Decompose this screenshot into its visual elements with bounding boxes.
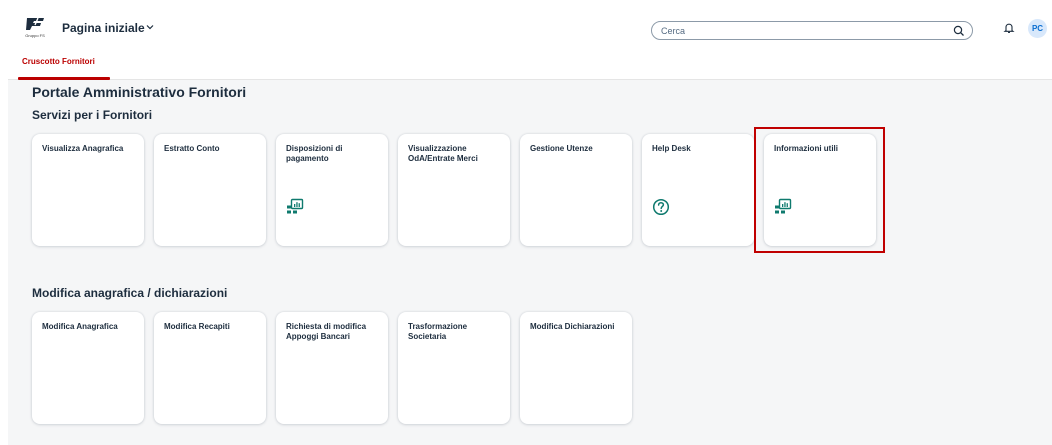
tile-label: Modifica Dichiarazioni — [530, 322, 615, 331]
tile-label: Help Desk — [652, 144, 691, 153]
chart-screen-icon — [287, 198, 304, 214]
tab-cruscotto-fornitori[interactable]: Cruscotto Fornitori — [22, 57, 95, 66]
logo-caption: Gruppo FS — [25, 33, 45, 38]
tile-help-desk[interactable]: Help Desk — [642, 134, 754, 246]
company-logo[interactable]: Gruppo FS — [24, 16, 46, 40]
tile-modifica-anagrafica[interactable]: Modifica Anagrafica — [32, 312, 144, 424]
page-title: Portale Amministrativo Fornitori — [32, 84, 247, 100]
bell-icon[interactable] — [1003, 22, 1015, 34]
search-icon[interactable] — [953, 25, 965, 37]
search-field[interactable] — [651, 21, 973, 40]
tile-modifica-dichiarazioni[interactable]: Modifica Dichiarazioni — [520, 312, 632, 424]
section-title-servizi: Servizi per i Fornitori — [32, 108, 153, 122]
tile-trasformazione-societaria[interactable]: Trasformazione Societaria — [398, 312, 510, 424]
tile-label: Disposizioni di pagamento — [286, 144, 343, 163]
tile-richiesta-modifica-appoggi[interactable]: Richiesta di modifica Appoggi Bancari — [276, 312, 388, 424]
tab-selected-indicator — [18, 77, 110, 80]
highlight-box — [754, 127, 885, 253]
tile-label: Modifica Recapiti — [164, 322, 230, 331]
tab-bar: Cruscotto Fornitori — [8, 46, 1052, 80]
tile-visualizzazione-oda[interactable]: Visualizzazione OdA/Entrate Merci — [398, 134, 510, 246]
search-input[interactable] — [661, 24, 941, 37]
tile-label: Visualizza Anagrafica — [42, 144, 124, 153]
tile-gestione-utenze[interactable]: Gestione Utenze — [520, 134, 632, 246]
tile-label: Gestione Utenze — [530, 144, 593, 153]
shell-header: Gruppo FS Pagina iniziale PC — [8, 8, 1052, 46]
tile-visualizza-anagrafica[interactable]: Visualizza Anagrafica — [32, 134, 144, 246]
tile-label: Richiesta di modifica Appoggi Bancari — [286, 322, 367, 341]
user-avatar[interactable]: PC — [1028, 19, 1047, 38]
tile-label: Visualizzazione OdA/Entrate Merci — [408, 144, 478, 163]
tile-modifica-recapiti[interactable]: Modifica Recapiti — [154, 312, 266, 424]
chevron-down-icon[interactable] — [145, 22, 155, 32]
app-frame: Gruppo FS Pagina iniziale PC Cruscotto F… — [8, 8, 1052, 445]
app-title[interactable]: Pagina iniziale — [62, 21, 145, 35]
tile-estratto-conto[interactable]: Estratto Conto — [154, 134, 266, 246]
tile-label: Modifica Anagrafica — [42, 322, 118, 331]
tile-disposizioni-di-pagamento[interactable]: Disposizioni di pagamento — [276, 134, 388, 246]
help-circle-icon — [652, 198, 670, 216]
tile-label: Trasformazione Societaria — [408, 322, 468, 341]
fs-logo-icon — [26, 17, 44, 30]
tile-label: Estratto Conto — [164, 144, 220, 153]
section-title-modifica: Modifica anagrafica / dichiarazioni — [32, 286, 228, 300]
